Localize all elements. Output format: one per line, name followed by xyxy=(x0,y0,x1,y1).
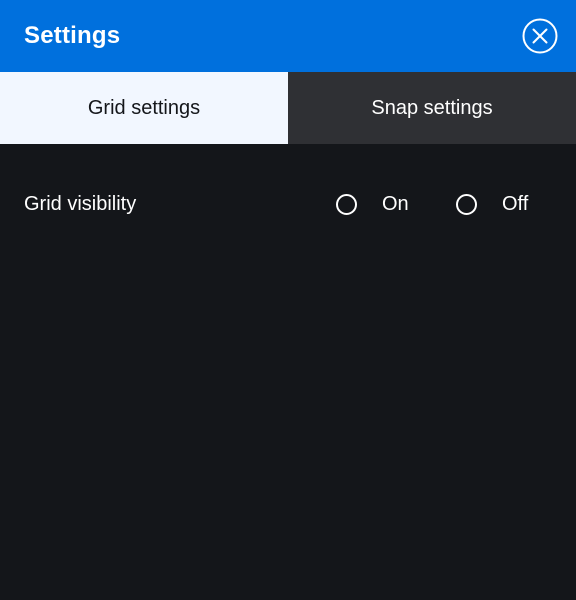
grid-visibility-off-radio[interactable] xyxy=(456,193,477,215)
settings-tabs: Grid settings Snap settings xyxy=(0,72,576,144)
grid-visibility-off-label: Off xyxy=(502,193,529,215)
page-title: Settings xyxy=(24,22,121,49)
tab-snap-settings[interactable]: Snap settings xyxy=(288,72,576,144)
grid-visibility-on-option[interactable]: On xyxy=(336,190,409,218)
grid-visibility-label: Grid visibility xyxy=(24,193,137,215)
close-icon[interactable] xyxy=(522,18,558,54)
settings-header: Settings xyxy=(0,0,576,72)
tab-grid-settings[interactable]: Grid settings xyxy=(0,72,288,144)
settings-panel: Settings Grid settings Snap settings Gri… xyxy=(0,0,576,600)
grid-visibility-on-radio[interactable] xyxy=(336,193,357,215)
grid-visibility-on-label: On xyxy=(382,193,409,215)
tab-snap-settings-label: Snap settings xyxy=(371,96,493,119)
tab-grid-settings-label: Grid settings xyxy=(87,96,201,119)
grid-visibility-row: Grid visibility On Off xyxy=(0,144,576,264)
grid-visibility-off-option[interactable]: Off xyxy=(456,190,528,218)
